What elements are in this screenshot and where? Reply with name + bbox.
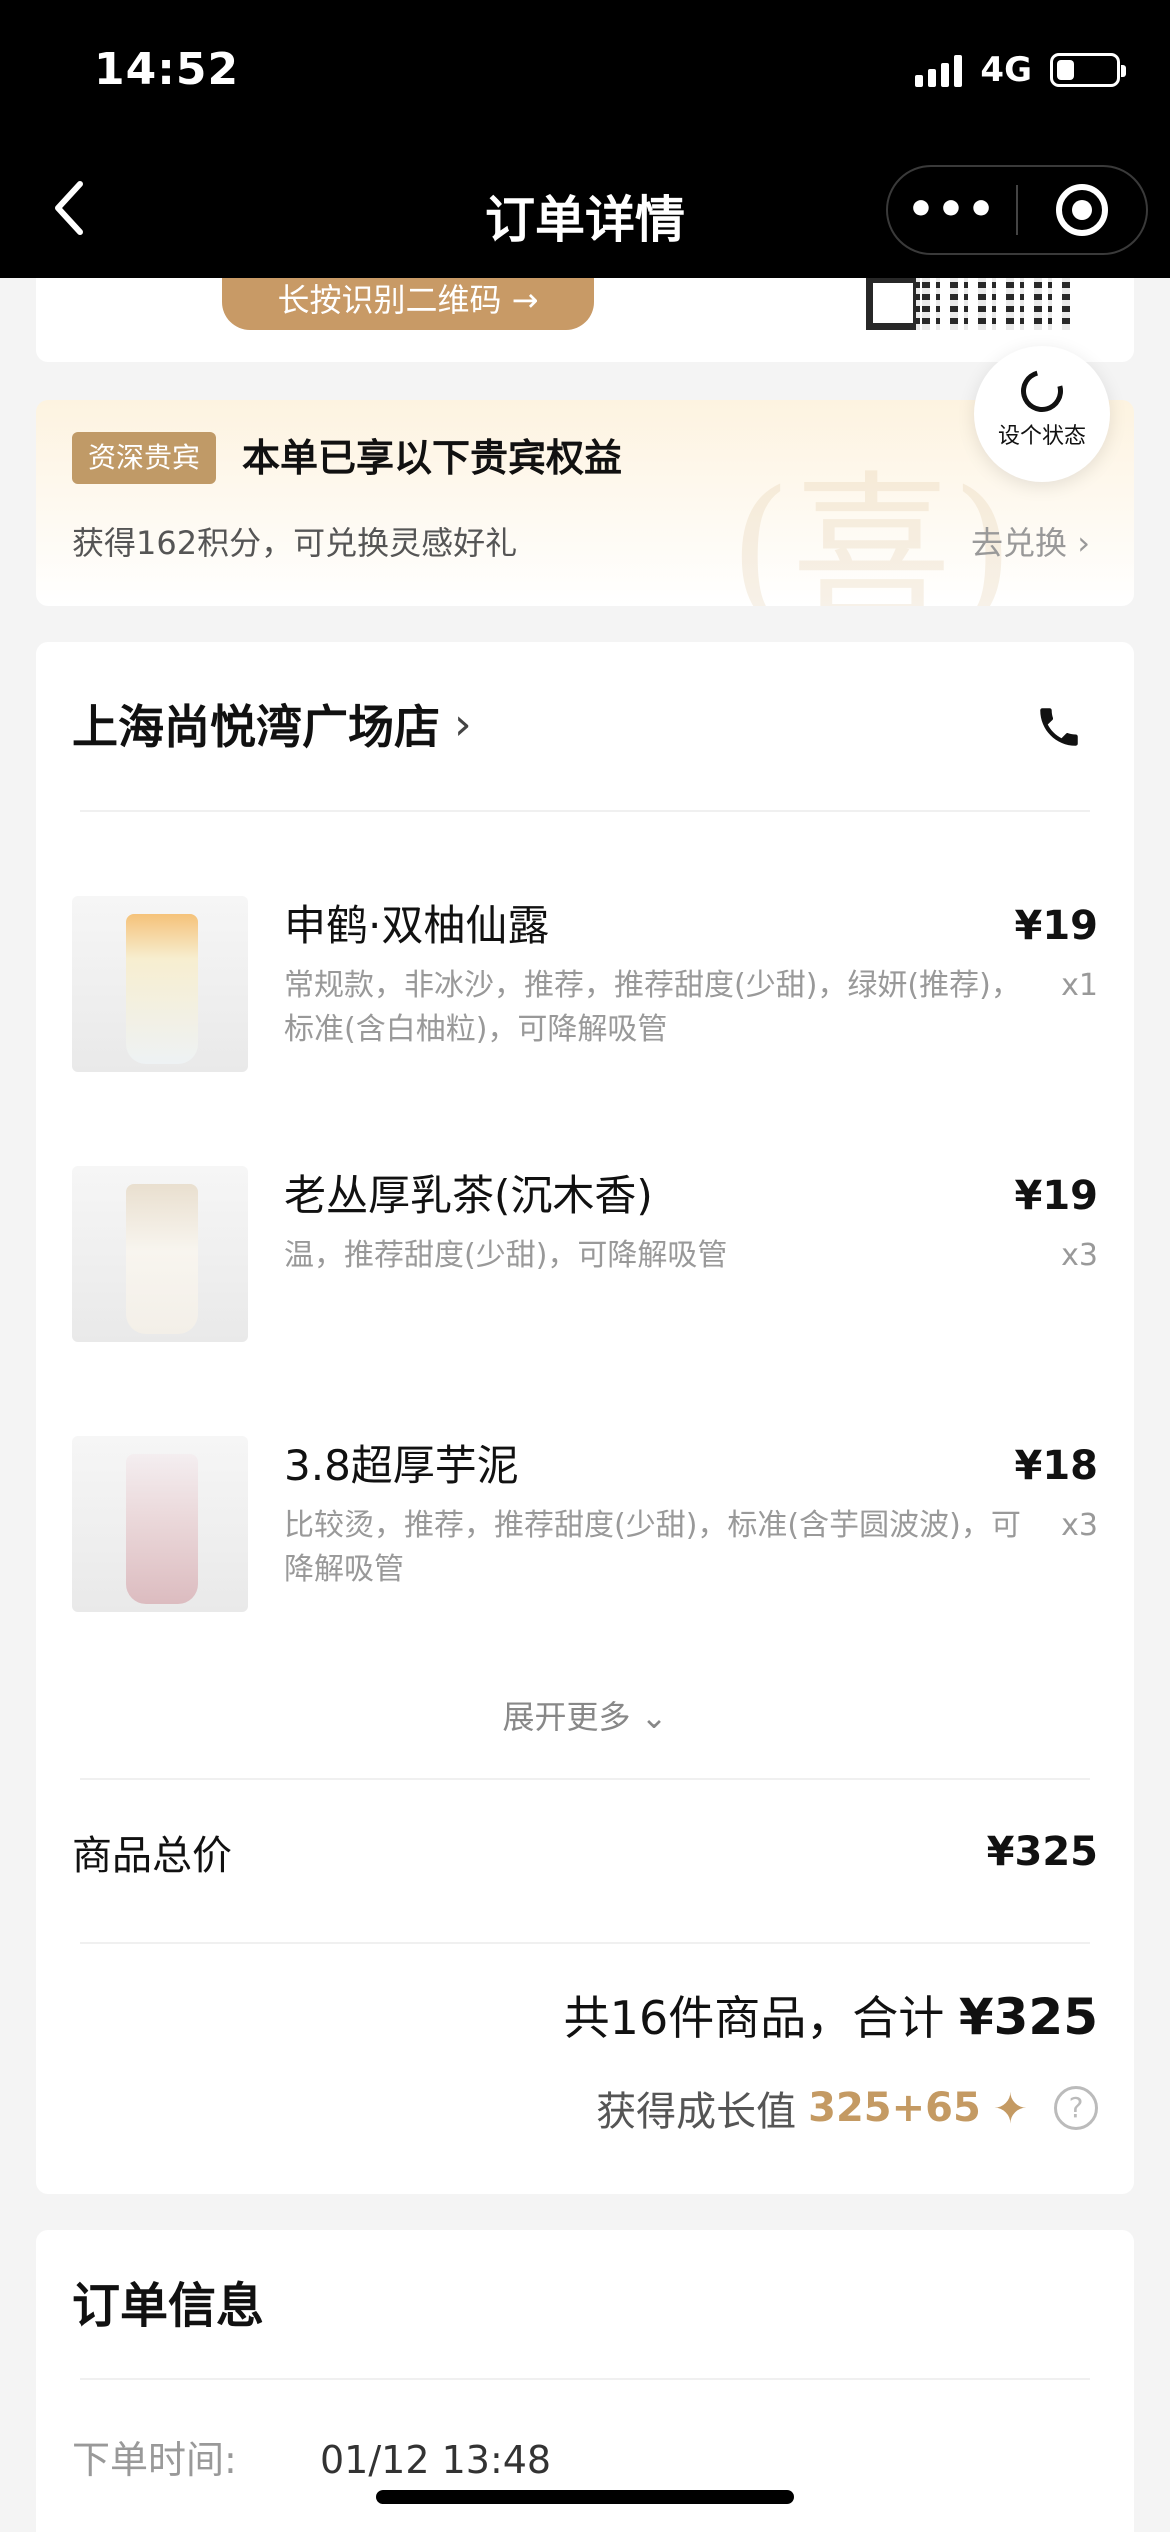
- subtotal-value: ¥325: [986, 1829, 1098, 1875]
- chevron-right-icon: ›: [454, 698, 472, 750]
- order-time-row: 下单时间: 01/12 13:48: [72, 2430, 551, 2490]
- order-item[interactable]: 申鹤·双柚仙露 常规款，非冰沙，推荐，推荐甜度(少甜)，绿妍(推荐)，标准(含白…: [72, 896, 1098, 1072]
- sparkle-icon: ✦: [992, 2083, 1028, 2133]
- order-card: 上海尚悦湾广场店 › 申鹤·双柚仙露 常规款，非冰沙，推荐，推荐甜度(少甜)，绿…: [36, 642, 1134, 2194]
- expand-more-button[interactable]: 展开更多 ⌄: [36, 1692, 1134, 1742]
- item-thumbnail: [72, 896, 248, 1072]
- item-options: 温，推荐甜度(少甜)，可降解吸管: [284, 1238, 728, 1273]
- growth-label: 获得成长值: [596, 2089, 797, 2135]
- qr-code-image[interactable]: [866, 276, 1076, 330]
- set-status-button[interactable]: 设个状态: [974, 346, 1110, 482]
- phone-icon[interactable]: [1034, 702, 1084, 752]
- more-button[interactable]: •••: [888, 167, 1016, 253]
- item-options: 常规款，非冰沙，推荐，推荐甜度(少甜)，绿妍(推荐)，标准(含白柚粒)，可降解吸…: [284, 968, 1021, 1047]
- summary-amount: ¥325: [958, 1988, 1098, 2046]
- status-indicators: 4G: [915, 50, 1126, 90]
- item-price: ¥19: [1014, 1173, 1099, 1219]
- store-name: 上海尚悦湾广场店: [72, 700, 440, 754]
- qr-hint-badge: 长按识别二维码 →: [222, 274, 594, 330]
- item-name: 申鹤·双柚仙露: [284, 901, 550, 950]
- refresh-icon: [1013, 362, 1071, 420]
- item-thumbnail: [72, 1166, 248, 1342]
- status-time: 14:52: [94, 44, 240, 95]
- redeem-link[interactable]: 去兑换 ›: [971, 520, 1090, 566]
- vip-points-text: 获得162积分，可兑换灵感好礼: [72, 524, 518, 562]
- subtotal-row: 商品总价 ¥325: [72, 1822, 1098, 1882]
- divider: [80, 1778, 1090, 1780]
- order-summary: 共16件商品，合计 ¥325: [564, 1982, 1098, 2053]
- close-button[interactable]: [1018, 184, 1146, 236]
- vip-benefits-card: (喜) 资深贵宾 本单已享以下贵宾权益 获得162积分，可兑换灵感好礼 去兑换 …: [36, 400, 1134, 606]
- item-price: ¥19: [1014, 903, 1099, 949]
- item-price: ¥18: [1014, 1443, 1099, 1489]
- qr-card: 长按识别二维码 →: [36, 274, 1134, 362]
- divider: [80, 1942, 1090, 1944]
- set-status-label: 设个状态: [997, 424, 1086, 449]
- divider: [80, 2378, 1090, 2380]
- cup-image: [126, 1184, 198, 1334]
- vip-watermark: (喜): [729, 456, 1014, 606]
- store-row[interactable]: 上海尚悦湾广场店 ›: [72, 684, 1098, 764]
- order-info-title: 订单信息: [72, 2278, 265, 2334]
- target-icon: [1055, 184, 1108, 236]
- battery-icon: [1050, 53, 1126, 87]
- item-quantity: x3: [1061, 1238, 1098, 1273]
- cup-image: [126, 1454, 198, 1604]
- item-name: 老丛厚乳茶(沉木香): [284, 1171, 653, 1220]
- item-name: 3.8超厚芋泥: [284, 1441, 519, 1490]
- summary-text: 共16件商品，合计: [563, 1991, 959, 2045]
- item-options: 比较烫，推荐，推荐甜度(少甜)，标准(含芋圆波波)，可降解吸管: [284, 1508, 1021, 1587]
- cup-image: [126, 914, 198, 1064]
- order-item[interactable]: 老丛厚乳茶(沉木香) 温，推荐甜度(少甜)，可降解吸管 ¥19 x3: [72, 1166, 1098, 1342]
- help-icon[interactable]: ?: [1054, 2086, 1098, 2130]
- order-item[interactable]: 3.8超厚芋泥 比较烫，推荐，推荐甜度(少甜)，标准(含芋圆波波)，可降解吸管 …: [72, 1436, 1098, 1612]
- order-time-label: 下单时间:: [72, 2438, 237, 2482]
- mini-program-capsule: •••: [886, 165, 1148, 255]
- subtotal-label: 商品总价: [72, 1833, 232, 1879]
- top-bar: 14:52 4G 订单详情 •••: [0, 0, 1170, 278]
- vip-level-badge: 资深贵宾: [72, 432, 217, 484]
- growth-value: 325+65: [808, 2085, 981, 2131]
- signal-icon: [915, 53, 963, 87]
- vip-title: 本单已享以下贵宾权益: [242, 436, 623, 480]
- order-time-value: 01/12 13:48: [320, 2438, 552, 2482]
- item-thumbnail: [72, 1436, 248, 1612]
- divider: [80, 810, 1090, 812]
- item-quantity: x3: [1061, 1508, 1098, 1543]
- growth-row: 获得成长值 325+65 ✦ ?: [596, 2078, 1098, 2138]
- item-quantity: x1: [1061, 968, 1098, 1003]
- order-info-card: 订单信息 下单时间: 01/12 13:48: [36, 2230, 1134, 2532]
- network-type: 4G: [980, 50, 1032, 90]
- home-indicator[interactable]: [376, 2490, 794, 2504]
